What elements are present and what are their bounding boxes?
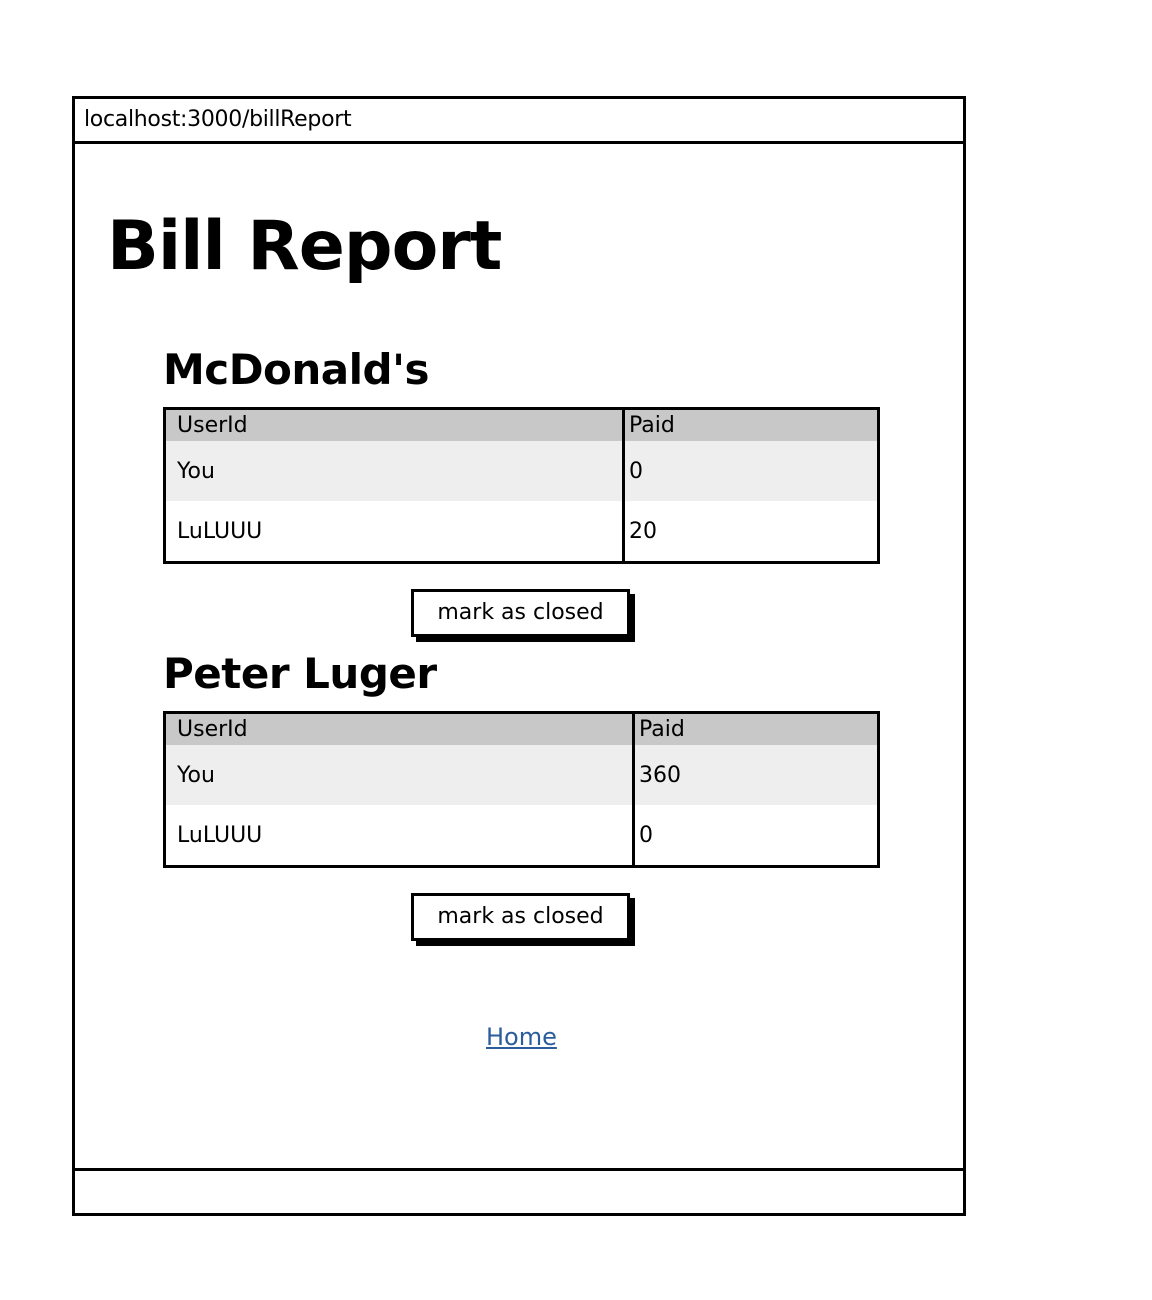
bill-table-mcdonalds: UserId Paid You 0 LuLUUU 20	[163, 407, 880, 564]
userid-header: UserId	[166, 714, 635, 745]
userid-cell: LuLUUU	[166, 501, 625, 561]
paid-cell: 0	[629, 458, 643, 484]
userid-cell: You	[166, 745, 635, 805]
paid-header: Paid	[639, 717, 685, 742]
status-bar	[75, 1168, 963, 1213]
table-row: LuLUUU 0	[166, 805, 877, 865]
paid-cell: 0	[639, 822, 653, 848]
home-link[interactable]: Home	[486, 1021, 557, 1053]
paid-header: Paid	[629, 413, 675, 438]
table-row: You 360	[166, 745, 877, 805]
mark-as-closed-button[interactable]: mark as closed	[411, 589, 630, 637]
userid-cell: You	[166, 441, 625, 501]
table-row: You 0	[166, 441, 877, 501]
url-text[interactable]: localhost:3000/billReport	[84, 105, 352, 135]
bill-title-peter-luger: Peter Luger	[163, 649, 437, 698]
address-bar[interactable]: localhost:3000/billReport	[75, 99, 963, 144]
table-header-row: UserId Paid	[166, 410, 877, 441]
table-header-row: UserId Paid	[166, 714, 877, 745]
mark-as-closed-button[interactable]: mark as closed	[411, 893, 630, 941]
browser-window: localhost:3000/billReport Bill Report Mc…	[72, 96, 966, 1216]
userid-cell: LuLUUU	[166, 805, 635, 865]
table-row: LuLUUU 20	[166, 501, 877, 561]
page-title: Bill Report	[107, 207, 502, 286]
bill-title-mcdonalds: McDonald's	[163, 345, 429, 394]
paid-cell: 20	[629, 518, 657, 544]
bill-table-peter-luger: UserId Paid You 360 LuLUUU 0	[163, 711, 880, 868]
userid-header: UserId	[166, 410, 625, 441]
paid-cell: 360	[639, 762, 681, 788]
